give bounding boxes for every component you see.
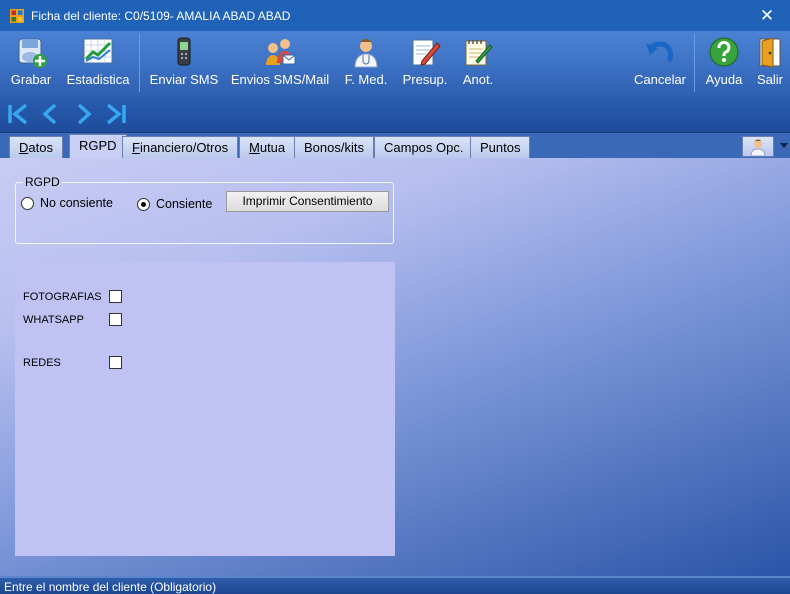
tab-rgpd[interactable]: RGPD (69, 134, 127, 159)
undo-icon (643, 35, 677, 69)
doctor-icon (349, 35, 383, 69)
cancelar-label: Cancelar (633, 72, 687, 87)
anot-button[interactable]: Anot. (458, 35, 498, 93)
tab-rgpd-label: RGPD (79, 138, 117, 153)
consent-row-redes: REDES (23, 356, 122, 369)
status-text: Entre el nombre del cliente (Obligatorio… (4, 580, 217, 594)
whatsapp-label: WHATSAPP (23, 313, 84, 326)
tab-datos[interactable]: Datos (9, 136, 63, 159)
tab-datos-mnemonic: D (19, 140, 29, 155)
tab-overflow-icon[interactable] (780, 143, 788, 148)
tab-puntos[interactable]: Puntos (470, 136, 531, 159)
redes-checkbox[interactable] (109, 356, 122, 369)
presup-button[interactable]: Presup. (400, 35, 450, 93)
document-edit-icon (408, 35, 442, 69)
envios-sms-mail-label: Envios SMS/Mail (230, 72, 330, 87)
window-title: Ficha del cliente: C0/5109- AMALIA ABAD … (31, 8, 291, 23)
last-record-icon[interactable] (102, 101, 128, 127)
close-window-button[interactable]: ✕ (744, 0, 790, 31)
cancelar-button[interactable]: Cancelar (632, 35, 688, 93)
chart-icon (81, 35, 115, 69)
tab-financiero-label: inanciero/Otros (139, 140, 229, 155)
rgpd-groupbox: RGPD No consiente Consiente Imprimir Con… (15, 175, 394, 244)
tab-puntos-label: Puntos (480, 140, 521, 155)
consiente-radio[interactable]: Consiente (137, 197, 212, 211)
grabar-label: Grabar (10, 72, 52, 87)
tab-campos-opc[interactable]: Campos Opc. (374, 136, 474, 159)
status-bar: Entre el nombre del cliente (Obligatorio… (0, 576, 790, 594)
consents-panel: FOTOGRAFIAS WHATSAPP REDES (15, 262, 395, 556)
rgpd-group-legend: RGPD (23, 175, 62, 189)
users-group-icon (263, 35, 297, 69)
tab-mutua[interactable]: Mutua (239, 136, 296, 159)
notepad-icon (461, 35, 495, 69)
client-avatar-icon (750, 139, 766, 156)
estadistica-button[interactable]: Estadistica (64, 35, 132, 93)
no-consiente-radio-dot[interactable] (21, 196, 34, 210)
tab-mutua-label: utua (259, 140, 286, 155)
estadistica-label: Estadistica (66, 72, 130, 87)
consent-row-whatsapp: WHATSAPP (23, 313, 122, 326)
fotografias-label: FOTOGRAFIAS (23, 290, 102, 303)
tab-financiero-mnemonic: F (132, 140, 140, 155)
previous-record-icon[interactable] (38, 101, 64, 127)
exit-door-icon (753, 35, 787, 69)
f-med-label: F. Med. (344, 72, 388, 87)
save-icon (14, 35, 48, 69)
grabar-button[interactable]: Grabar (6, 35, 56, 93)
whatsapp-checkbox[interactable] (109, 313, 122, 326)
tab-content-rgpd: RGPD No consiente Consiente Imprimir Con… (0, 158, 790, 576)
fotografias-checkbox[interactable] (109, 290, 122, 303)
toolbar-separator (139, 34, 140, 92)
consiente-label: Consiente (156, 197, 213, 211)
tab-bonos-kits[interactable]: Bonos/kits (294, 136, 374, 159)
enviar-sms-button[interactable]: Enviar SMS (148, 35, 220, 93)
toolbar-separator (694, 34, 695, 92)
salir-button[interactable]: Salir (753, 35, 787, 93)
tab-bonos-label: Bonos/kits (304, 140, 364, 155)
consent-row-fotografias: FOTOGRAFIAS (23, 290, 122, 303)
no-consiente-label: No consiente (40, 196, 113, 210)
salir-label: Salir (756, 72, 783, 87)
tab-datos-label: atos (28, 140, 53, 155)
record-navigation-bar (0, 96, 790, 132)
anot-label: Anot. (462, 72, 494, 87)
f-med-button[interactable]: F. Med. (340, 35, 392, 93)
no-consiente-radio[interactable]: No consiente (21, 196, 113, 210)
tab-campos-label: Campos Opc. (384, 140, 464, 155)
mobile-phone-icon (167, 35, 201, 69)
help-icon (707, 35, 741, 69)
redes-label: REDES (23, 356, 61, 369)
title-bar: Ficha del cliente: C0/5109- AMALIA ABAD … (0, 0, 790, 31)
ayuda-button[interactable]: Ayuda (703, 35, 745, 93)
consiente-radio-dot[interactable] (137, 197, 150, 211)
tab-strip: Datos RGPD Financiero/Otros Mutua Bonos/… (0, 132, 790, 159)
enviar-sms-label: Enviar SMS (149, 72, 219, 87)
tab-financiero[interactable]: Financiero/Otros (122, 136, 239, 159)
ayuda-label: Ayuda (705, 72, 743, 87)
imprimir-consentimiento-button[interactable]: Imprimir Consentimiento (226, 191, 389, 212)
envios-sms-mail-button[interactable]: Envios SMS/Mail (230, 35, 330, 93)
presup-label: Presup. (402, 72, 448, 87)
main-toolbar: Grabar Estadistica Enviar SMS Envios SMS… (0, 31, 790, 96)
first-record-icon[interactable] (6, 101, 32, 127)
client-profile-button[interactable] (742, 136, 774, 157)
next-record-icon[interactable] (70, 101, 96, 127)
tab-mutua-mnemonic: M (249, 140, 260, 155)
app-icon (10, 8, 24, 23)
